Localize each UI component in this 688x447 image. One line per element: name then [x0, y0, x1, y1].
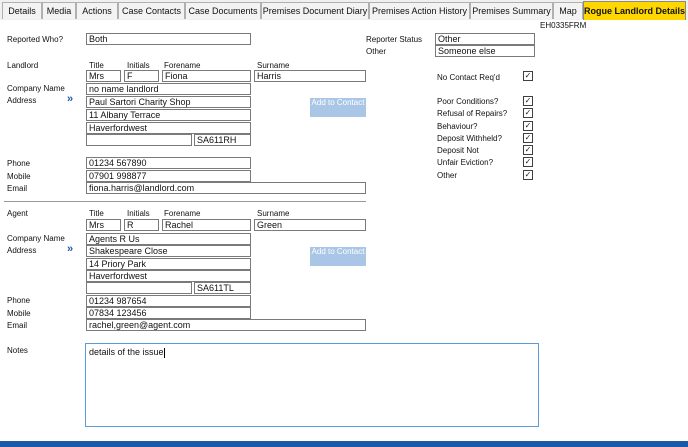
- tab-rogue-landlord-details[interactable]: Rogue Landlord Details: [583, 1, 686, 20]
- agent-phone-label: Phone: [7, 296, 31, 305]
- landlord-address-line3[interactable]: Haverfordwest: [86, 122, 251, 134]
- other-label: Other: [366, 47, 387, 56]
- poor-conditions-label: Poor Conditions?: [437, 97, 499, 106]
- landlord-surname-header: Surname: [257, 61, 290, 70]
- form-id: EH0335FRM: [540, 21, 587, 30]
- agent-email-label: Email: [7, 321, 28, 330]
- reporter-status-field[interactable]: Other: [435, 33, 535, 45]
- landlord-add-to-contact-button[interactable]: Add to Contact: [310, 98, 366, 117]
- agent-forename-field[interactable]: Rachel: [162, 219, 251, 231]
- agent-section-label: Agent: [7, 209, 28, 218]
- landlord-forename-header: Forename: [164, 61, 201, 70]
- agent-surname-field[interactable]: Green: [254, 219, 366, 231]
- tab-details[interactable]: Details: [2, 2, 42, 19]
- unfair-eviction-label: Unfair Eviction?: [437, 158, 494, 167]
- behaviour-checkbox[interactable]: ✓: [523, 121, 533, 131]
- landlord-address-label: Address: [7, 96, 37, 105]
- agent-title-field[interactable]: Mrs: [86, 219, 121, 231]
- reported-who-label: Reported Who?: [7, 35, 64, 44]
- landlord-address-line2[interactable]: 11 Albany Terrace: [86, 109, 251, 121]
- agent-address-line2[interactable]: 14 Priory Park: [86, 258, 251, 270]
- unfair-eviction-checkbox[interactable]: ✓: [523, 157, 533, 167]
- landlord-address-line4[interactable]: [86, 134, 192, 146]
- notes-text: details of the issue: [89, 347, 164, 357]
- landlord-title-header: Title: [89, 61, 104, 70]
- landlord-email-field[interactable]: fiona.harris@landlord.com: [86, 182, 366, 194]
- agent-forename-header: Forename: [164, 209, 201, 218]
- section-divider: [4, 201, 366, 202]
- agent-initials-field[interactable]: R: [124, 219, 159, 231]
- landlord-company-label: Company Name: [7, 84, 65, 93]
- landlord-surname-field[interactable]: Harris: [254, 70, 366, 82]
- poor-conditions-checkbox[interactable]: ✓: [523, 96, 533, 106]
- landlord-phone-field[interactable]: 01234 567890: [86, 157, 251, 169]
- other-checkbox[interactable]: ✓: [523, 170, 533, 180]
- agent-address-line4[interactable]: [86, 282, 192, 294]
- landlord-mobile-label: Mobile: [7, 172, 31, 181]
- agent-add-to-contact-button[interactable]: Add to Contact: [310, 247, 366, 266]
- agent-mobile-label: Mobile: [7, 309, 31, 318]
- landlord-title-field[interactable]: Mrs: [86, 70, 121, 82]
- agent-surname-header: Surname: [257, 209, 290, 218]
- agent-phone-field[interactable]: 01234 987654: [86, 295, 251, 307]
- tab-premises-action-history[interactable]: Premises Action History: [369, 2, 470, 19]
- agent-postcode-field[interactable]: SA611TL: [194, 282, 251, 294]
- refusal-of-repairs-label: Refusal of Repairs?: [437, 109, 508, 118]
- landlord-address-lookup-icon[interactable]: »: [67, 93, 73, 105]
- taskbar-strip: [0, 441, 688, 447]
- agent-address-label: Address: [7, 246, 37, 255]
- deposit-not-label: Deposit Not: [437, 146, 479, 155]
- agent-mobile-field[interactable]: 07834 123456: [86, 307, 251, 319]
- reporter-status-label: Reporter Status: [366, 35, 423, 44]
- tab-actions[interactable]: Actions: [76, 2, 118, 19]
- landlord-forename-field[interactable]: Fiona: [162, 70, 251, 82]
- tab-bar: Details Media Actions Case Contacts Case…: [0, 0, 688, 21]
- other-check-label: Other: [437, 171, 458, 180]
- landlord-company-field[interactable]: no name landlord: [86, 83, 251, 95]
- notes-textarea[interactable]: details of the issue: [85, 343, 539, 427]
- other-field[interactable]: Someone else: [435, 45, 535, 57]
- deposit-withheld-label: Deposit Withheld?: [437, 134, 502, 143]
- agent-email-field[interactable]: rachel,green@agent.com: [86, 319, 366, 331]
- no-contact-label: No Contact Req'd: [437, 73, 500, 82]
- landlord-initials-header: Initials: [127, 61, 150, 70]
- landlord-initials-field[interactable]: F: [124, 70, 159, 82]
- agent-address-line3[interactable]: Haverfordwest: [86, 270, 251, 282]
- tab-media[interactable]: Media: [42, 2, 76, 19]
- tab-case-documents[interactable]: Case Documents: [185, 2, 261, 19]
- notes-label: Notes: [7, 346, 28, 355]
- agent-title-header: Title: [89, 209, 104, 218]
- deposit-withheld-checkbox[interactable]: ✓: [523, 133, 533, 143]
- tab-premises-summary[interactable]: Premises Summary: [470, 2, 553, 19]
- landlord-mobile-field[interactable]: 07901 998877: [86, 170, 251, 182]
- behaviour-label: Behaviour?: [437, 122, 478, 131]
- agent-company-field[interactable]: Agents R Us: [86, 233, 251, 245]
- text-cursor: [163, 347, 165, 358]
- reported-who-field[interactable]: Both: [86, 33, 251, 45]
- tab-map[interactable]: Map: [553, 2, 583, 19]
- tab-premises-document-diary[interactable]: Premises Document Diary: [261, 2, 369, 19]
- tab-case-contacts[interactable]: Case Contacts: [118, 2, 185, 19]
- refusal-of-repairs-checkbox[interactable]: ✓: [523, 108, 533, 118]
- agent-initials-header: Initials: [127, 209, 150, 218]
- agent-address-line1[interactable]: Shakespeare Close: [86, 245, 251, 257]
- landlord-section-label: Landlord: [7, 61, 39, 70]
- agent-address-lookup-icon[interactable]: »: [67, 243, 73, 255]
- landlord-phone-label: Phone: [7, 159, 31, 168]
- landlord-email-label: Email: [7, 184, 28, 193]
- landlord-postcode-field[interactable]: SA611RH: [194, 134, 251, 146]
- no-contact-checkbox[interactable]: ✓: [523, 71, 533, 81]
- deposit-not-checkbox[interactable]: ✓: [523, 145, 533, 155]
- agent-company-label: Company Name: [7, 234, 65, 243]
- landlord-address-line1[interactable]: Paul Sartori Charity Shop: [86, 96, 251, 108]
